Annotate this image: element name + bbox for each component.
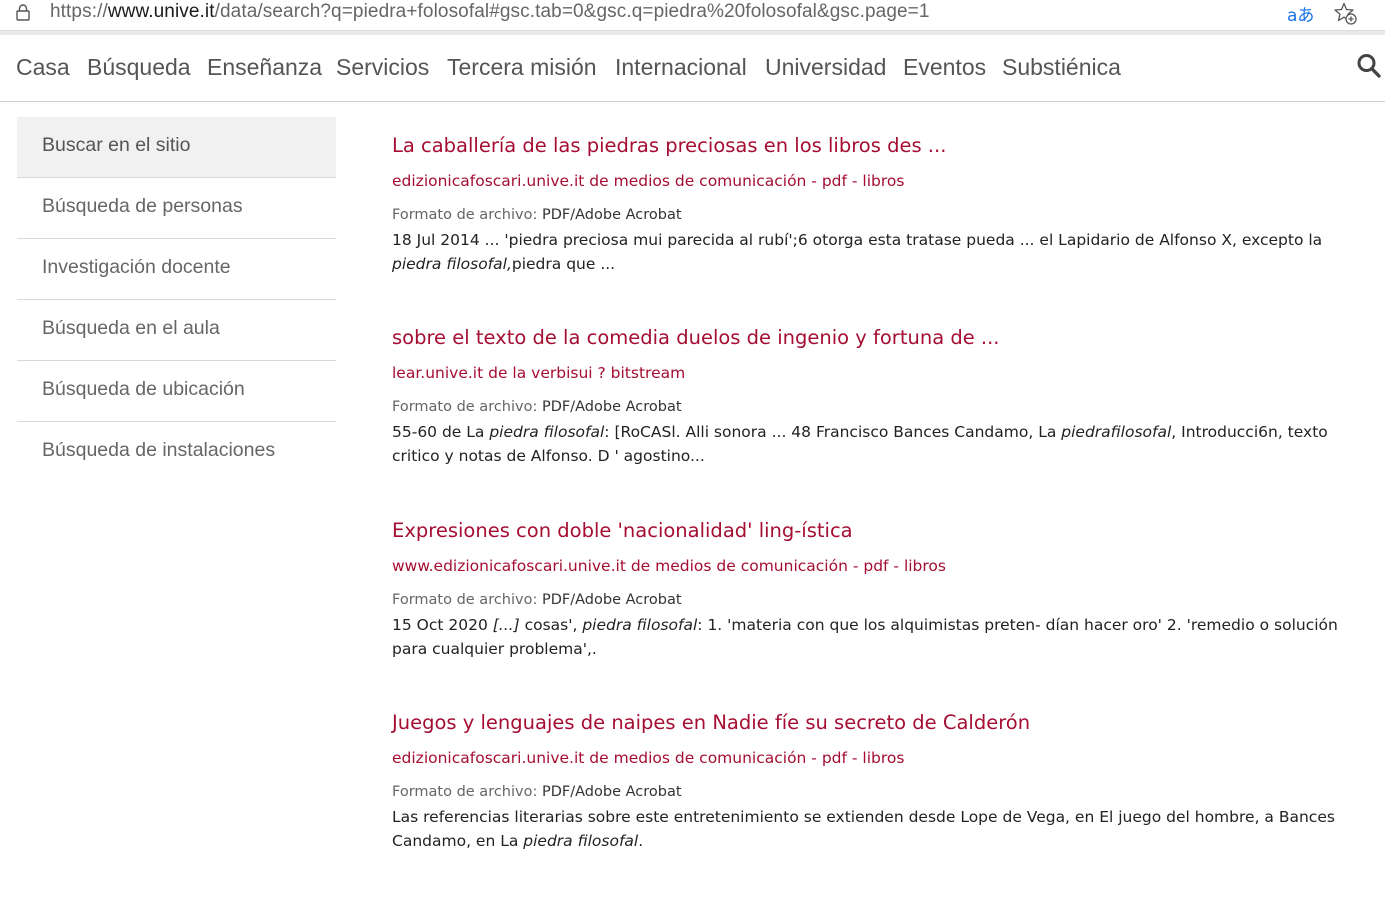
sidebar-item-personas[interactable]: Búsqueda de personas bbox=[17, 178, 336, 239]
add-favorite-icon[interactable] bbox=[1333, 1, 1357, 25]
result-title-link[interactable]: Juegos y lenguajes de naipes en Nadie fí… bbox=[392, 710, 1372, 736]
snippet-emphasis: piedra filosofal bbox=[489, 423, 605, 441]
sidebar-item-label: Búsqueda en el aula bbox=[42, 317, 220, 339]
url-host: www.unive.it bbox=[107, 1, 215, 22]
sidebar-item-instalaciones[interactable]: Búsqueda de instalaciones bbox=[17, 422, 336, 482]
result-snippet: 15 Oct 2020 [...] cosas', piedra filosof… bbox=[392, 613, 1367, 661]
nav-item-servicios[interactable]: Servicios bbox=[336, 54, 429, 81]
main-nav: Casa Búsqueda Enseñanza Servicios Tercer… bbox=[0, 35, 1385, 102]
format-label: Formato de archivo: bbox=[392, 592, 538, 608]
sidebar-item-aula[interactable]: Búsqueda en el aula bbox=[17, 300, 336, 361]
search-result: Juegos y lenguajes de naipes en Nadie fí… bbox=[392, 710, 1372, 853]
result-title-link[interactable]: Expresiones con doble 'nacionalidad' lin… bbox=[392, 518, 1372, 544]
sidebar-item-label: Buscar en el sitio bbox=[42, 134, 191, 156]
sidebar-item-buscar-sitio[interactable]: Buscar en el sitio bbox=[17, 117, 336, 178]
format-value: PDF/Adobe Acrobat bbox=[541, 207, 682, 223]
snippet-text: 18 Jul 2014 ... 'piedra preciosa mui par… bbox=[392, 231, 1323, 249]
search-result: La caballería de las piedras preciosas e… bbox=[392, 133, 1372, 276]
snippet-emphasis: piedra filosofal, bbox=[392, 255, 512, 273]
snippet-text: 15 Oct 2020 bbox=[392, 616, 493, 634]
result-file-format: Formato de archivo: PDF/Adobe Acrobat bbox=[392, 206, 1372, 225]
result-title-link[interactable]: La caballería de las piedras preciosas e… bbox=[392, 133, 1372, 159]
nav-item-substienica[interactable]: Substiénica bbox=[1002, 54, 1121, 81]
sidebar-item-label: Búsqueda de personas bbox=[42, 195, 243, 217]
format-value: PDF/Adobe Acrobat bbox=[541, 399, 682, 415]
nav-item-busqueda[interactable]: Búsqueda bbox=[87, 54, 191, 81]
url-prefix: https:// bbox=[50, 1, 108, 22]
search-result: sobre el texto de la comedia duelos de i… bbox=[392, 325, 1372, 468]
format-label: Formato de archivo: bbox=[392, 399, 538, 415]
url-path: /data/search?q=piedra+folosofal#gsc.tab=… bbox=[214, 1, 930, 22]
nav-item-eventos[interactable]: Eventos bbox=[903, 54, 986, 81]
snippet-emphasis: piedra filosofal bbox=[582, 616, 698, 634]
search-result: Expresiones con doble 'nacionalidad' lin… bbox=[392, 518, 1372, 661]
nav-item-ensenanza[interactable]: Enseñanza bbox=[207, 54, 322, 81]
nav-item-tercera-mision[interactable]: Tercera misión bbox=[447, 54, 597, 81]
address-bar[interactable]: https://www.unive.it/data/search?q=piedr… bbox=[0, 0, 1385, 31]
snippet-text: : [RoCASl. Alli sonora ... 48 Francisco … bbox=[604, 423, 1062, 441]
format-label: Formato de archivo: bbox=[392, 207, 538, 223]
result-file-format: Formato de archivo: PDF/Adobe Acrobat bbox=[392, 591, 1372, 610]
snippet-text: . bbox=[638, 832, 644, 850]
result-snippet: 18 Jul 2014 ... 'piedra preciosa mui par… bbox=[392, 228, 1367, 276]
nav-item-universidad[interactable]: Universidad bbox=[765, 54, 886, 81]
sidebar-item-investigacion[interactable]: Investigación docente bbox=[17, 239, 336, 300]
translate-icon[interactable]: aあ bbox=[1287, 1, 1314, 26]
sidebar-item-label: Búsqueda de ubicación bbox=[42, 378, 245, 400]
nav-item-internacional[interactable]: Internacional bbox=[615, 54, 747, 81]
result-url-link[interactable]: edizionicafoscari.unive.it de medios de … bbox=[392, 171, 1372, 191]
snippet-text: cosas', bbox=[519, 616, 583, 634]
sidebar-item-ubicacion[interactable]: Búsqueda de ubicación bbox=[17, 361, 336, 422]
snippet-emphasis: piedrafilosofal bbox=[1061, 423, 1172, 441]
result-url-link[interactable]: www.edizionicafoscari.unive.it de medios… bbox=[392, 556, 1372, 576]
format-label: Formato de archivo: bbox=[392, 784, 538, 800]
snippet-text: piedra que ... bbox=[511, 255, 616, 273]
result-url-link[interactable]: edizionicafoscari.unive.it de medios de … bbox=[392, 748, 1372, 768]
snippet-emphasis: piedra filosofal bbox=[523, 832, 639, 850]
search-icon[interactable] bbox=[1356, 52, 1382, 80]
result-file-format: Formato de archivo: PDF/Adobe Acrobat bbox=[392, 398, 1372, 417]
format-value: PDF/Adobe Acrobat bbox=[541, 784, 682, 800]
snippet-emphasis: [...] bbox=[492, 616, 520, 634]
sidebar-item-label: Investigación docente bbox=[42, 256, 231, 278]
lock-icon[interactable] bbox=[14, 3, 32, 21]
format-value: PDF/Adobe Acrobat bbox=[541, 592, 682, 608]
url-text[interactable]: https://www.unive.it/data/search?q=piedr… bbox=[50, 1, 930, 23]
result-title-link[interactable]: sobre el texto de la comedia duelos de i… bbox=[392, 325, 1372, 351]
result-url-link[interactable]: lear.unive.it de la verbisui ? bitstream bbox=[392, 363, 1372, 383]
search-sidebar: Buscar en el sitio Búsqueda de personas … bbox=[17, 117, 336, 482]
nav-item-casa[interactable]: Casa bbox=[16, 54, 70, 81]
snippet-text: 55-60 de La bbox=[392, 423, 490, 441]
sidebar-item-label: Búsqueda de instalaciones bbox=[42, 439, 276, 461]
result-file-format: Formato de archivo: PDF/Adobe Acrobat bbox=[392, 783, 1372, 802]
result-snippet: Las referencias literarias sobre este en… bbox=[392, 805, 1367, 853]
result-snippet: 55-60 de La piedra filosofal: [RoCASl. A… bbox=[392, 420, 1367, 468]
